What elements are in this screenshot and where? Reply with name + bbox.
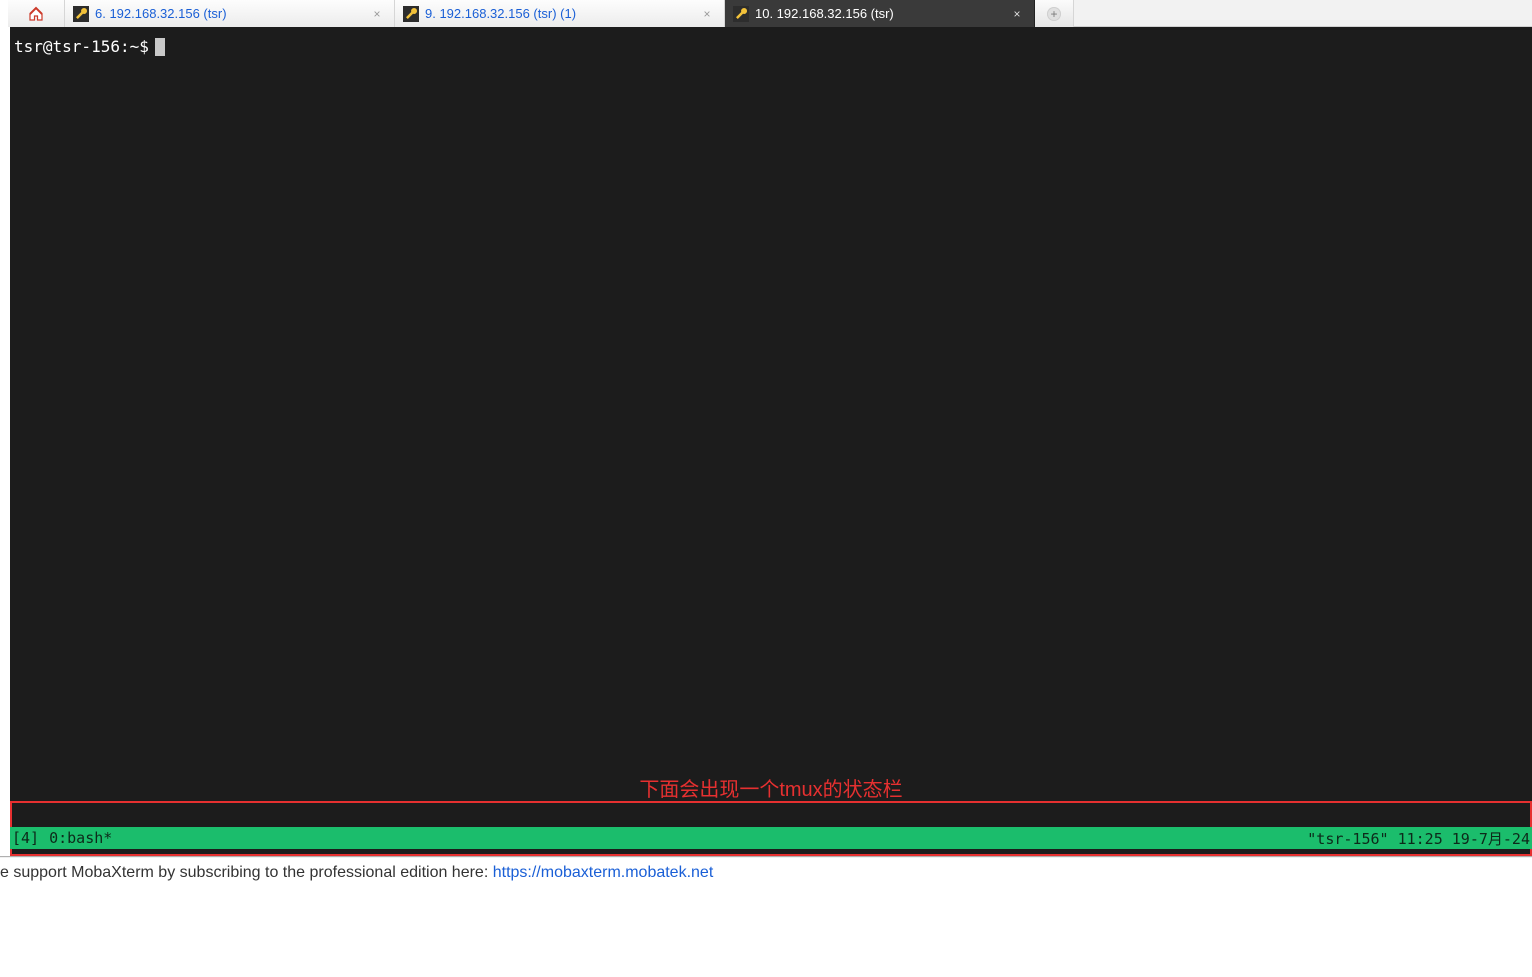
prompt-text: tsr@tsr-156:~$ [14, 37, 149, 56]
wrench-icon [403, 6, 419, 22]
footer-link[interactable]: https://mobaxterm.mobatek.net [493, 864, 714, 881]
tmux-status-bar: [4] 0:bash* "tsr-156" 11:25 19-7月-24 [10, 827, 1532, 849]
tab-session-6[interactable]: 6. 192.168.32.156 (tsr) × [65, 0, 395, 27]
tab-session-9[interactable]: 9. 192.168.32.156 (tsr) (1) × [395, 0, 725, 27]
tab-home[interactable] [8, 0, 65, 27]
tmux-host: "tsr-156" [1307, 830, 1388, 848]
wrench-icon [733, 6, 749, 22]
new-tab-button[interactable]: + [1035, 0, 1074, 27]
prompt-line: tsr@tsr-156:~$ [14, 37, 165, 56]
tab-label: 10. 192.168.32.156 (tsr) [755, 6, 894, 21]
plus-icon: + [1047, 7, 1061, 21]
cursor [155, 38, 165, 56]
footer-text: e support MobaXterm by subscribing to th… [0, 864, 713, 882]
tmux-date: 19-7月-24 [1452, 830, 1530, 848]
tab-label: 9. 192.168.32.156 (tsr) (1) [425, 6, 576, 21]
terminal[interactable]: tsr@tsr-156:~$ 下面会出现一个tmux的状态栏 [10, 27, 1532, 855]
tab-bar: 6. 192.168.32.156 (tsr) × 9. 192.168.32.… [8, 0, 1532, 27]
annotation-text: 下面会出现一个tmux的状态栏 [10, 773, 1532, 802]
wrench-icon [73, 6, 89, 22]
home-icon [28, 6, 44, 22]
footer-prefix: e support MobaXterm by subscribing to th… [0, 864, 493, 881]
tmux-window: 0:bash* [49, 829, 112, 847]
separator [0, 856, 1532, 858]
tmux-time: 11:25 [1398, 830, 1443, 848]
close-icon[interactable]: × [1010, 7, 1024, 21]
close-icon[interactable]: × [700, 7, 714, 21]
tmux-session: [4] [12, 829, 39, 847]
close-icon[interactable]: × [370, 7, 384, 21]
tab-label: 6. 192.168.32.156 (tsr) [95, 6, 227, 21]
tab-session-10[interactable]: 10. 192.168.32.156 (tsr) × [725, 0, 1035, 27]
